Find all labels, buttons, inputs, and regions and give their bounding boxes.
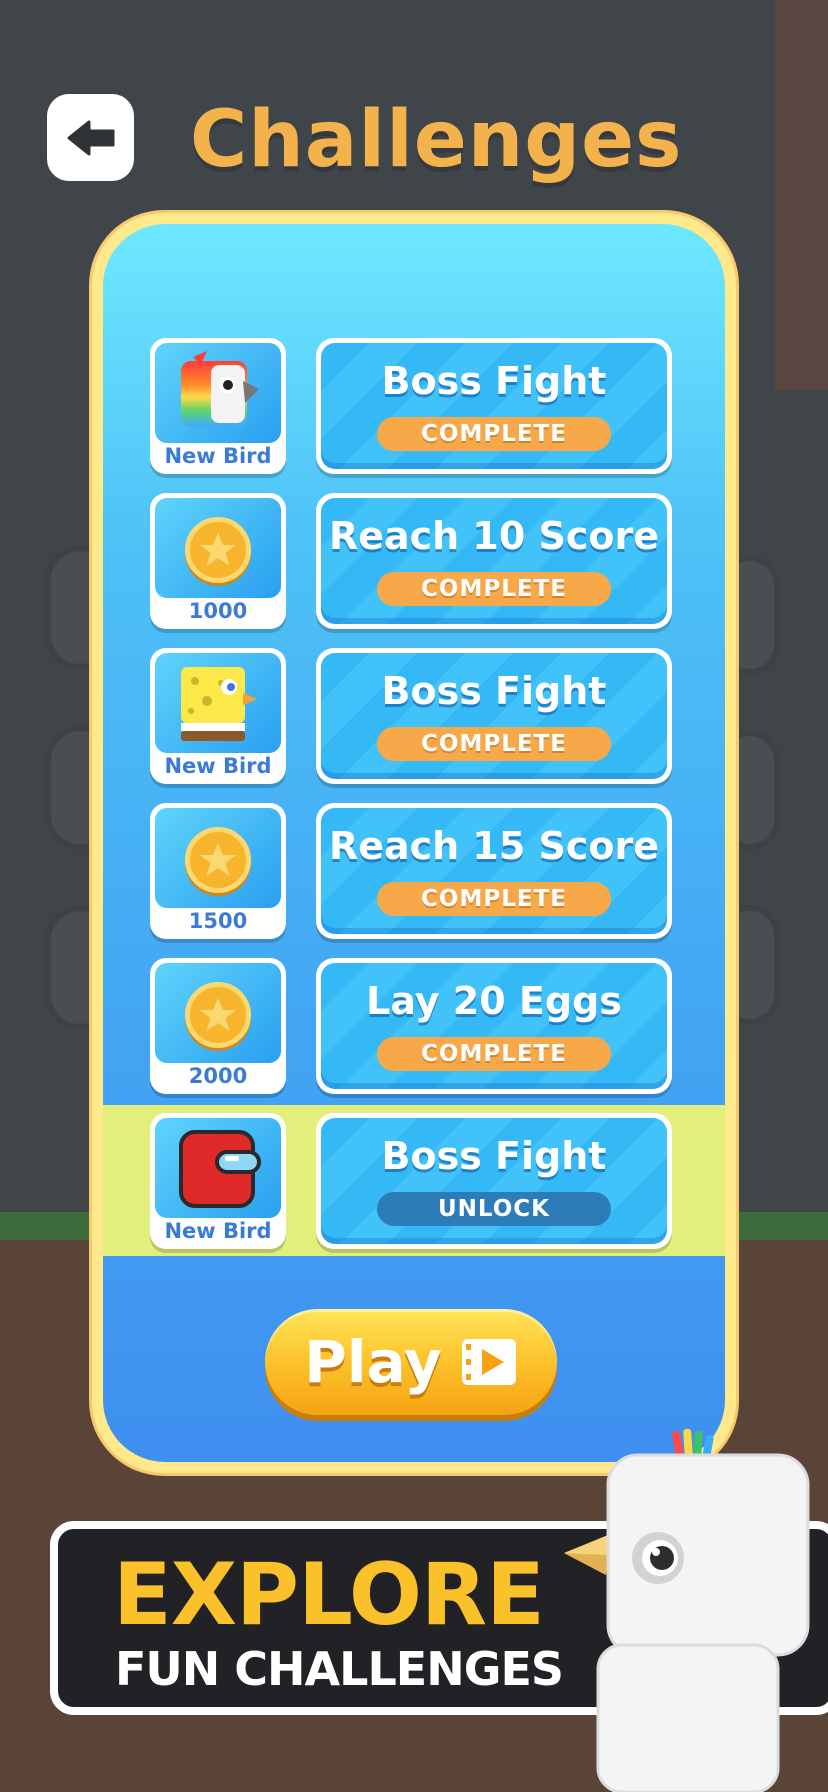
promo-subtitle: FUN CHALLENGES — [115, 1642, 564, 1696]
video-play-icon — [461, 1339, 516, 1385]
unlock-button[interactable]: UNLOCK — [377, 1192, 611, 1226]
reward-image — [155, 498, 281, 598]
challenge-name: Reach 15 Score — [328, 824, 660, 868]
red-crewmate-bird-icon — [179, 1130, 261, 1208]
challenge-card-inner: Reach 15 Score COMPLETE — [321, 808, 667, 934]
challenge-card[interactable]: Boss Fight UNLOCK — [316, 1113, 672, 1249]
challenge-name: Lay 20 Eggs — [366, 979, 622, 1023]
challenge-name: Boss Fight — [381, 359, 607, 403]
challenge-card[interactable]: Reach 15 Score COMPLETE — [316, 803, 672, 939]
challenge-card[interactable]: Lay 20 Eggs COMPLETE — [316, 958, 672, 1094]
challenge-row[interactable]: New Bird Boss Fight COMPLETE — [103, 648, 725, 788]
reward-card: New Bird — [150, 338, 286, 474]
challenge-name: Boss Fight — [381, 1134, 607, 1178]
challenge-name: Reach 10 Score — [328, 514, 660, 558]
reward-image — [155, 963, 281, 1063]
challenge-card-inner: Boss Fight COMPLETE — [321, 343, 667, 469]
star-coin-icon — [185, 517, 251, 583]
play-button[interactable]: Play — [265, 1309, 557, 1415]
challenge-card[interactable]: Boss Fight COMPLETE — [316, 338, 672, 474]
reward-card: New Bird — [150, 1113, 286, 1249]
challenge-row[interactable]: 1500 Reach 15 Score COMPLETE — [103, 803, 725, 943]
play-button-label: Play — [304, 1328, 442, 1396]
back-button[interactable] — [47, 94, 134, 181]
reward-label: 1000 — [188, 599, 248, 623]
parrot-bird-icon — [181, 351, 259, 427]
reward-card: 2000 — [150, 958, 286, 1094]
reward-image — [155, 343, 281, 443]
challenge-card-inner: Reach 10 Score COMPLETE — [321, 498, 667, 624]
reward-label: New Bird — [164, 1219, 272, 1243]
reward-card: 1500 — [150, 803, 286, 939]
background-wall — [775, 0, 828, 390]
reward-label: New Bird — [164, 754, 272, 778]
challenge-card-inner: Boss Fight COMPLETE — [321, 653, 667, 779]
challenges-panel-inner: New Bird Boss Fight COMPLETE 1000 Reach … — [103, 224, 725, 1462]
reward-label: New Bird — [164, 444, 272, 468]
reward-card: 1000 — [150, 493, 286, 629]
reward-image — [155, 808, 281, 908]
challenge-row[interactable]: New Bird Boss Fight COMPLETE — [103, 338, 725, 478]
challenge-name: Boss Fight — [381, 669, 607, 713]
page-title: Challenges — [190, 95, 683, 185]
promo-title: EXPLORE — [113, 1545, 545, 1645]
status-badge: COMPLETE — [377, 417, 611, 451]
status-badge: COMPLETE — [377, 727, 611, 761]
challenge-card-inner: Boss Fight UNLOCK — [321, 1118, 667, 1244]
reward-image — [155, 1118, 281, 1218]
star-coin-icon — [185, 827, 251, 893]
arrow-left-icon — [67, 120, 114, 155]
challenge-row-current[interactable]: New Bird Boss Fight UNLOCK — [103, 1113, 725, 1253]
white-block-bird-icon — [564, 1428, 810, 1792]
reward-label: 2000 — [188, 1064, 248, 1088]
reward-image — [155, 653, 281, 753]
status-badge: COMPLETE — [377, 882, 611, 916]
status-badge: COMPLETE — [377, 1037, 611, 1071]
reward-card: New Bird — [150, 648, 286, 784]
challenges-panel: New Bird Boss Fight COMPLETE 1000 Reach … — [92, 213, 736, 1473]
star-coin-icon — [185, 982, 251, 1048]
challenge-card-inner: Lay 20 Eggs COMPLETE — [321, 963, 667, 1089]
challenge-card[interactable]: Reach 10 Score COMPLETE — [316, 493, 672, 629]
status-badge: COMPLETE — [377, 572, 611, 606]
challenge-row[interactable]: 1000 Reach 10 Score COMPLETE — [103, 493, 725, 633]
reward-label: 1500 — [188, 909, 248, 933]
challenge-row[interactable]: 2000 Lay 20 Eggs COMPLETE — [103, 958, 725, 1098]
sponge-bird-icon — [181, 667, 257, 741]
challenge-card[interactable]: Boss Fight COMPLETE — [316, 648, 672, 784]
